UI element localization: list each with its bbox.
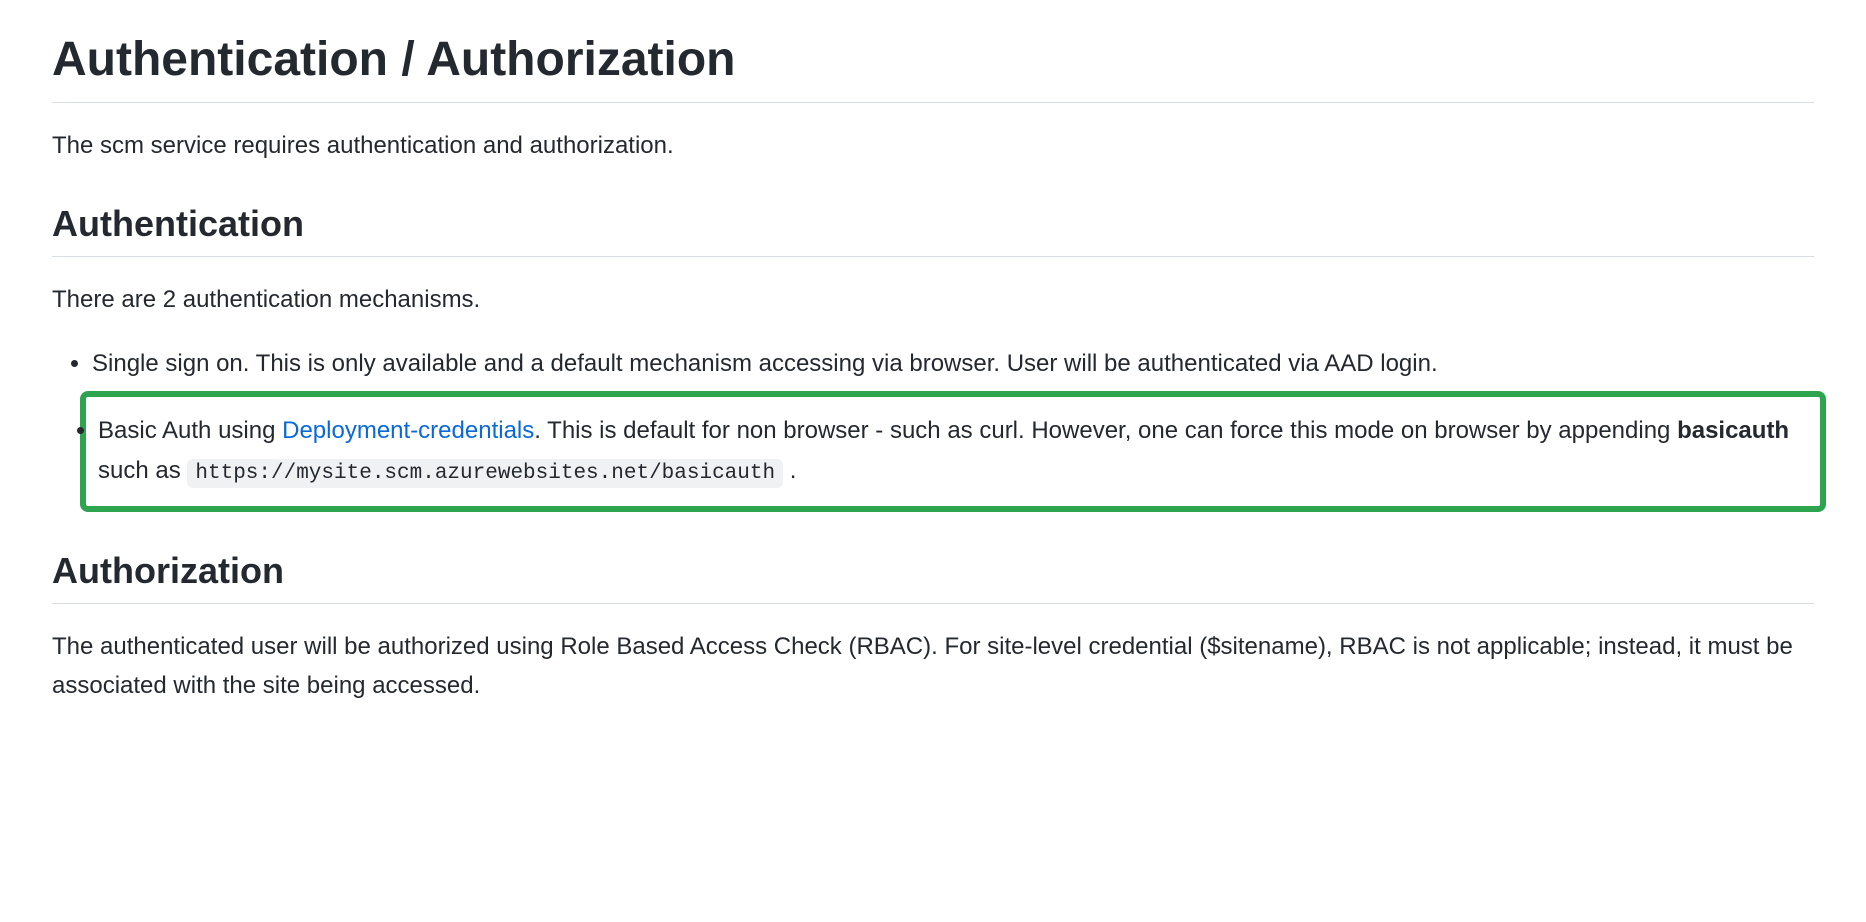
basicauth-bold: basicauth <box>1677 417 1789 444</box>
deployment-credentials-link[interactable]: Deployment-credentials <box>282 417 534 444</box>
text-span: such as <box>98 457 187 484</box>
intro-paragraph: The scm service requires authentication … <box>52 127 1814 165</box>
text-span: . <box>783 457 796 484</box>
list-item: Single sign on. This is only available a… <box>92 344 1814 385</box>
page-title: Authentication / Authorization <box>52 30 1814 103</box>
authorization-heading: Authorization <box>52 548 1814 604</box>
list-item: Basic Auth using Deployment-credentials.… <box>98 411 1812 493</box>
text-span: . This is default for non browser - such… <box>534 417 1677 444</box>
text-span: Basic Auth using <box>98 417 282 444</box>
highlight-box: Basic Auth using Deployment-credentials.… <box>80 391 1826 513</box>
authentication-heading: Authentication <box>52 201 1814 257</box>
authentication-intro: There are 2 authentication mechanisms. <box>52 281 1814 319</box>
authentication-list: Single sign on. This is only available a… <box>52 344 1814 512</box>
basicauth-url-code: https://mysite.scm.azurewebsites.net/bas… <box>187 459 783 488</box>
authorization-paragraph: The authenticated user will be authorize… <box>52 628 1814 705</box>
